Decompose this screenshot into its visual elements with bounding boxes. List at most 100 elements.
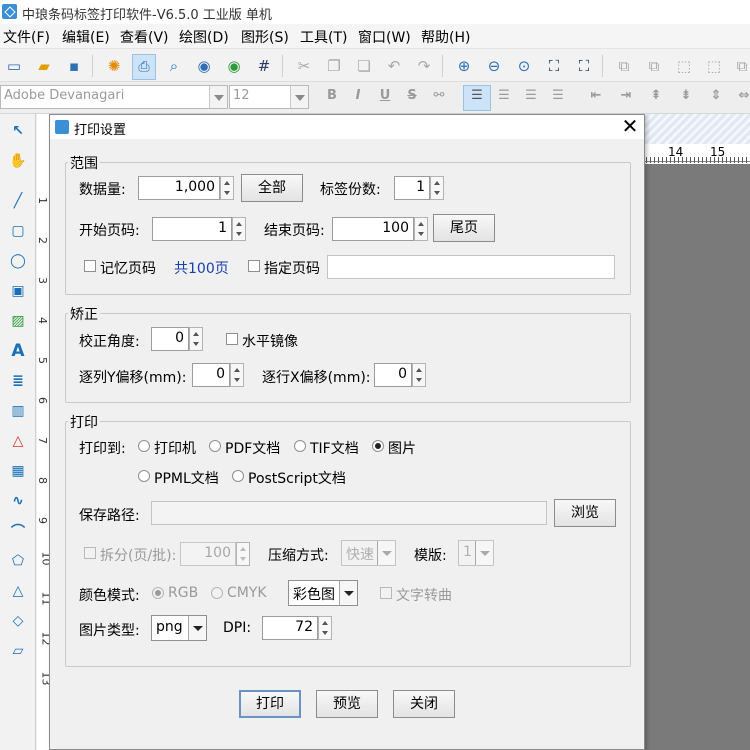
database-settings-icon[interactable]: ◉ [222,54,246,78]
image-tool-icon[interactable]: ▨ [7,310,29,332]
print-icon[interactable]: ⎙ [132,54,156,80]
menu-help[interactable]: 帮助(H) [421,27,470,47]
last-page-button[interactable]: 尾页 [433,214,495,242]
fit-page-icon[interactable]: ⛶ [542,54,566,78]
ungroup-icon[interactable]: ⧉ [642,54,666,78]
chevron-down-icon[interactable] [209,86,227,108]
end-page-spinner[interactable] [414,217,428,241]
copy-icon[interactable]: ❐ [322,54,346,78]
chevron-down-icon[interactable] [290,86,308,108]
valign-middle-icon[interactable]: ⇕ [706,88,726,108]
ellipse-tool-icon[interactable]: ◯ [7,250,29,272]
copies-input[interactable]: 1 [394,176,430,200]
rgb-radio[interactable] [152,587,164,599]
text-spacing-icon[interactable]: ⇔ [734,88,750,108]
menu-window[interactable]: 窗口(W) [358,27,411,47]
copies-spinner[interactable] [430,176,444,200]
group-icon[interactable]: ⧉ [612,54,636,78]
menu-tools[interactable]: 工具(T) [300,27,347,47]
line-tool-icon[interactable]: ╱ [7,190,29,212]
chevron-down-icon[interactable] [475,541,493,565]
print-button[interactable]: 打印 [239,690,301,718]
specify-page-checkbox[interactable] [248,260,260,272]
triangle-tool-icon[interactable]: △ [7,580,29,602]
rich-text-tool-icon[interactable]: ≣ [7,370,29,392]
template-select[interactable]: 1 [458,540,494,566]
text-effect-icon[interactable]: ⚯ [429,88,449,108]
fit-width-icon[interactable]: ⛶ [572,54,596,78]
redo-icon[interactable]: ↷ [412,54,436,78]
menu-shape[interactable]: 图形(S) [241,27,289,47]
variable-shape-tool-icon[interactable]: △ [7,430,29,452]
text-to-curve-checkbox[interactable] [380,587,392,599]
text-tool-icon[interactable]: A [7,340,29,362]
settings-gear-icon[interactable]: ✺ [102,54,126,78]
zoom-actual-icon[interactable]: ⊙ [512,54,536,78]
distribute-icon[interactable]: ⬚ [702,54,726,78]
column-y-offset-spinner[interactable] [230,363,244,387]
dpi-input[interactable]: 72 [262,616,318,640]
diamond-tool-icon[interactable]: ◇ [7,610,29,632]
grid-icon[interactable]: # [252,54,276,78]
image-edit-tool-icon[interactable]: ▣ [7,280,29,302]
strikethrough-button[interactable]: S [402,88,422,108]
printer-radio[interactable] [138,440,150,452]
all-button[interactable]: 全部 [241,174,303,202]
align-icon[interactable]: ⬚ [672,54,696,78]
specify-page-input[interactable] [327,255,615,279]
print-preview-icon[interactable]: ⌕ [162,54,186,78]
chevron-down-icon[interactable] [339,581,357,605]
database-icon[interactable]: ◉ [192,54,216,78]
preview-button[interactable]: 预览 [316,690,378,718]
split-spinner[interactable] [236,542,250,566]
rounded-rect-tool-icon[interactable]: ▢ [7,220,29,242]
align-right-icon[interactable]: ☰ [521,88,541,108]
remember-page-checkbox[interactable] [84,260,96,272]
open-folder-icon[interactable]: ▰ [32,54,56,78]
tif-radio[interactable] [294,440,306,452]
parallelogram-tool-icon[interactable]: ▱ [7,640,29,662]
split-input[interactable]: 100 [180,542,236,566]
horizontal-mirror-checkbox[interactable] [226,333,238,345]
color-type-select[interactable]: 彩色图 [288,580,358,606]
chevron-down-icon[interactable] [188,616,206,640]
correction-angle-input[interactable]: 0 [151,327,189,351]
menu-edit[interactable]: 编辑(E) [62,27,110,47]
compress-select[interactable]: 快速 [341,540,396,566]
close-button[interactable]: 关闭 [393,690,455,718]
chevron-down-icon[interactable] [377,541,395,565]
underline-button[interactable]: U [375,88,395,108]
valign-bottom-icon[interactable]: ⇟ [676,88,696,108]
save-path-input[interactable] [151,501,547,525]
image-radio[interactable] [372,440,384,452]
correction-angle-spinner[interactable] [189,327,203,351]
barcode-tool-icon[interactable]: ▥ [7,400,29,422]
browse-button[interactable]: 浏览 [554,499,616,527]
zoom-out-icon[interactable]: ⊖ [482,54,506,78]
indent-icon[interactable]: ⇤ [586,88,606,108]
layer-icon[interactable]: ⧉ [730,54,750,78]
cmyk-radio[interactable] [211,587,223,599]
qr-code-tool-icon[interactable]: ▦ [7,460,29,482]
undo-icon[interactable]: ↶ [382,54,406,78]
paste-icon[interactable]: ❏ [352,54,376,78]
postscript-radio[interactable] [232,470,244,482]
image-type-select[interactable]: png [151,615,207,641]
font-size-select[interactable]: 12 [229,85,309,109]
save-icon[interactable]: ▪ [62,54,86,78]
start-page-spinner[interactable] [232,217,246,241]
close-icon[interactable]: ✕ [619,116,641,138]
pdf-radio[interactable] [209,440,221,452]
select-pointer-icon[interactable]: ↖ [7,120,29,142]
menu-draw[interactable]: 绘图(D) [179,27,229,47]
split-checkbox[interactable] [84,547,96,559]
new-file-icon[interactable]: ▭ [2,54,26,78]
quantity-input[interactable]: 1,000 [138,176,220,200]
bold-button[interactable]: B [322,88,342,108]
dpi-spinner[interactable] [318,616,332,640]
italic-button[interactable]: I [348,88,368,108]
outdent-icon[interactable]: ⇥ [616,88,636,108]
curve-tool-icon[interactable]: ∿ [7,490,29,512]
menu-view[interactable]: 查看(V) [120,27,169,47]
align-center-icon[interactable]: ☰ [494,88,514,108]
